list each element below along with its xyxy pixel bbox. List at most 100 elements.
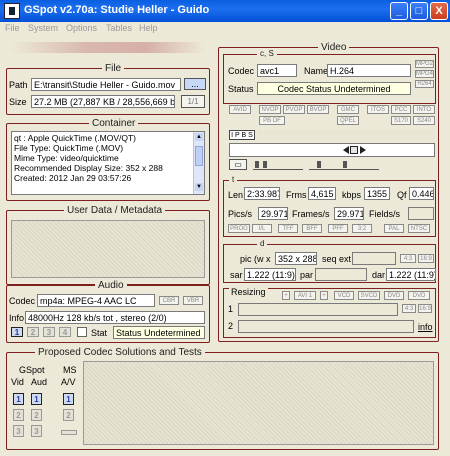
flag-nvop[interactable]: NVOP [259,105,281,114]
cbr-button[interactable]: CBR [159,296,179,305]
menu-tables[interactable]: Tables [106,23,132,33]
gspot-aud-1[interactable]: 1 [31,393,42,405]
flag-pb-df[interactable]: PB DF [259,116,285,125]
gspot-vid-1[interactable]: 1 [13,393,24,405]
av-label: A/V [61,377,76,387]
container-line: Created: 2012 Jan 29 03:57:26 [14,173,132,183]
resize-4-3-button[interactable]: 4:3 [402,304,416,313]
resize-plus-2[interactable]: + [320,291,328,300]
ms-av-2[interactable]: 2 [63,409,74,421]
scroll-down-icon[interactable]: ▼ [195,183,203,191]
menu-file[interactable]: File [5,23,20,33]
scrubber-right-icon [360,146,366,154]
timing-box: t Len 2:33.987 Frms 4,615 kbps 1355 Qf 0… [223,175,436,237]
bff-button[interactable]: BFF [302,224,322,233]
maximize-button[interactable]: □ [410,2,428,20]
ntsc-button[interactable]: NTSC [408,224,430,233]
ar-4-3-button[interactable]: 4:3 [400,254,416,263]
flag-gmc[interactable]: GMC [337,105,359,114]
scrubber-handle[interactable] [350,146,358,154]
audio-stat-field: Status Undetermined [113,326,205,339]
cs-label: c, S [257,49,277,58]
ipbs-button[interactable]: I P B S [229,130,255,140]
flag-qpel[interactable]: QPEL [337,116,359,125]
container-line: File Type: QuickTime (.MOV) [14,143,124,153]
mpg2-button[interactable]: MPG2 [415,60,434,68]
flag-s240[interactable]: S240 [413,116,435,125]
resize-row2-field [238,320,414,333]
h264-button[interactable]: H264 [415,80,434,88]
audio-stream-3[interactable]: 3 [43,327,55,337]
vbr-button[interactable]: VBR [183,296,203,305]
resize-plus-1[interactable]: + [282,291,290,300]
len-label: Len [228,190,244,200]
mpg4-button[interactable]: MPG4 [415,70,434,78]
scroll-up-icon[interactable]: ▲ [195,133,203,141]
menu-system[interactable]: System [28,23,58,33]
ms-av-1[interactable]: 1 [63,393,74,405]
flag-pcc[interactable]: PCC [391,105,411,114]
dar-label: dar [372,270,386,280]
prog-button[interactable]: PROG [228,224,250,233]
video-name-label: Name [304,66,329,76]
gspot-aud-3[interactable]: 3 [31,425,42,437]
proposed-group-title: Proposed Codec Solutions and Tests [35,347,205,358]
tff-button[interactable]: TFF [278,224,298,233]
range-slider-left[interactable] [253,159,303,170]
t-label: t [229,175,238,184]
path-label: Path [9,80,28,90]
frms-field: 4,615 [308,187,336,200]
resize-16-9-button[interactable]: 16:9 [418,304,432,313]
pal-button[interactable]: PAL [384,224,404,233]
gspot-aud-2[interactable]: 2 [31,409,42,421]
video-name-field: H.264 [327,64,411,77]
camera-icon[interactable]: ▭ [229,159,247,170]
title-bar: GSpot v2.70a: Studie Heller - Guido _ □ … [0,0,450,22]
flag-pvop[interactable]: PVOP [283,105,305,114]
container-scrollbar[interactable]: ▲ ▼ [193,132,204,194]
fields-field [408,207,434,220]
info-link[interactable]: info [418,322,433,332]
gspot-vid-3[interactable]: 3 [13,425,24,437]
container-info-box[interactable]: qt : Apple QuickTime (.MOV/QT) File Type… [11,131,205,195]
audio-stream-4[interactable]: 4 [59,327,71,337]
ms-av-extra[interactable] [61,430,77,435]
audio-stat-checkbox[interactable] [77,327,87,337]
video-status-label: Status [228,84,254,94]
frames-label: Frames/s [292,209,330,219]
il-button[interactable]: I/L [252,224,272,233]
vid-label: Vid [11,377,24,387]
size-label: Size [9,97,27,107]
resize-svcd-button[interactable]: SVCD [358,291,380,300]
flag-itos[interactable]: ITOS [367,105,389,114]
menu-help[interactable]: Help [139,23,158,33]
browse-button[interactable]: ... [184,78,206,90]
flag-bvop[interactable]: BVOP [307,105,329,114]
video-status-field: Codec Status Undetermined [257,82,411,95]
scroll-thumb[interactable] [195,146,203,166]
resize-avi1-button[interactable]: AVI 1 [294,291,316,300]
pulldown-button[interactable]: 3:2 [352,224,372,233]
flag-avid[interactable]: AVID [229,105,251,114]
sar-label: sar [230,270,243,280]
minimize-button[interactable]: _ [390,2,408,20]
path-field[interactable]: E:\transit\Studie Heller - Guido.mov [31,78,181,91]
resize-vcd-button[interactable]: VCD [334,291,354,300]
flag-s170[interactable]: S170 [391,116,411,125]
audio-stream-1[interactable]: 1 [11,327,23,337]
resize-dvd2-button[interactable]: DVD [408,291,430,300]
ar-16-9-button[interactable]: 16:9 [418,254,434,263]
resize-dvd-button[interactable]: DVD [384,291,404,300]
pff-button[interactable]: PFF [328,224,348,233]
range-slider-right[interactable] [309,159,379,170]
gspot-vid-2[interactable]: 2 [13,409,24,421]
close-button[interactable]: X [430,2,448,20]
resizing-box: Resizing + AVI 1 + VCD SVCD DVD DVD 1 4:… [223,287,436,338]
dimensions-box: d pic (w x 352 x 288 seq ext 4:3 16:9 sa… [223,239,436,283]
menu-options[interactable]: Options [66,23,97,33]
video-scrubber[interactable] [229,143,435,157]
seq-ext-field [352,252,396,265]
audio-stream-2[interactable]: 2 [27,327,39,337]
flag-into[interactable]: INTO [413,105,435,114]
userdata-group-title: User Data / Metadata [64,205,166,216]
